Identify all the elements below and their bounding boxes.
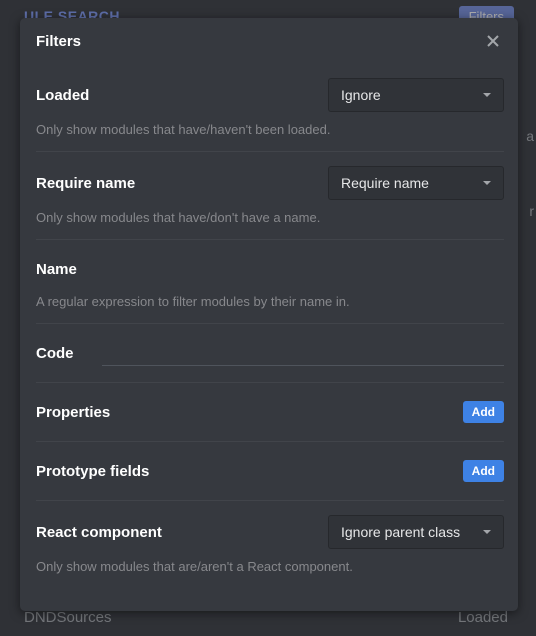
loaded-description: Only show modules that have/haven't been… (36, 122, 504, 137)
add-prototype-field-button[interactable]: Add (463, 460, 504, 482)
name-label: Name (36, 261, 77, 278)
chevron-down-icon (481, 177, 493, 189)
filter-section-code: Code (36, 324, 504, 383)
name-description: A regular expression to filter modules b… (36, 294, 504, 309)
loaded-select-value: Ignore (341, 87, 381, 103)
require-name-select-value: Require name (341, 175, 429, 191)
loaded-label: Loaded (36, 87, 89, 104)
chevron-down-icon (481, 526, 493, 538)
react-component-description: Only show modules that are/aren't a Reac… (36, 559, 504, 574)
filter-section-name: Name A regular expression to filter modu… (36, 240, 504, 324)
side-text: r (529, 203, 534, 219)
modal-header: Filters (20, 18, 518, 56)
module-name-bg: DNDSources (24, 609, 112, 626)
filter-section-properties: Properties Add (36, 383, 504, 442)
filter-section-loaded: Loaded Ignore Only show modules that hav… (36, 64, 504, 152)
react-component-select[interactable]: Ignore parent class (328, 515, 504, 549)
modal-body: Loaded Ignore Only show modules that hav… (20, 56, 518, 611)
react-component-select-value: Ignore parent class (341, 524, 460, 540)
require-name-label: Require name (36, 175, 135, 192)
filter-section-prototype-fields: Prototype fields Add (36, 442, 504, 501)
prototype-fields-label: Prototype fields (36, 463, 149, 480)
filters-modal: Filters Loaded Ignore Only show modules … (20, 18, 518, 611)
loaded-select[interactable]: Ignore (328, 78, 504, 112)
properties-label: Properties (36, 404, 110, 421)
add-property-button[interactable]: Add (463, 401, 504, 423)
module-status-bg: Loaded (458, 609, 508, 626)
side-text: a (526, 128, 534, 144)
require-name-select[interactable]: Require name (328, 166, 504, 200)
chevron-down-icon (481, 89, 493, 101)
code-input[interactable] (102, 341, 505, 366)
code-label: Code (36, 345, 74, 362)
react-component-label: React component (36, 524, 162, 541)
filter-section-react-component: React component Ignore parent class Only… (36, 501, 504, 588)
filter-section-require-name: Require name Require name Only show modu… (36, 152, 504, 240)
require-name-description: Only show modules that have/don't have a… (36, 210, 504, 225)
modal-title: Filters (36, 33, 81, 50)
close-icon[interactable] (484, 32, 502, 50)
